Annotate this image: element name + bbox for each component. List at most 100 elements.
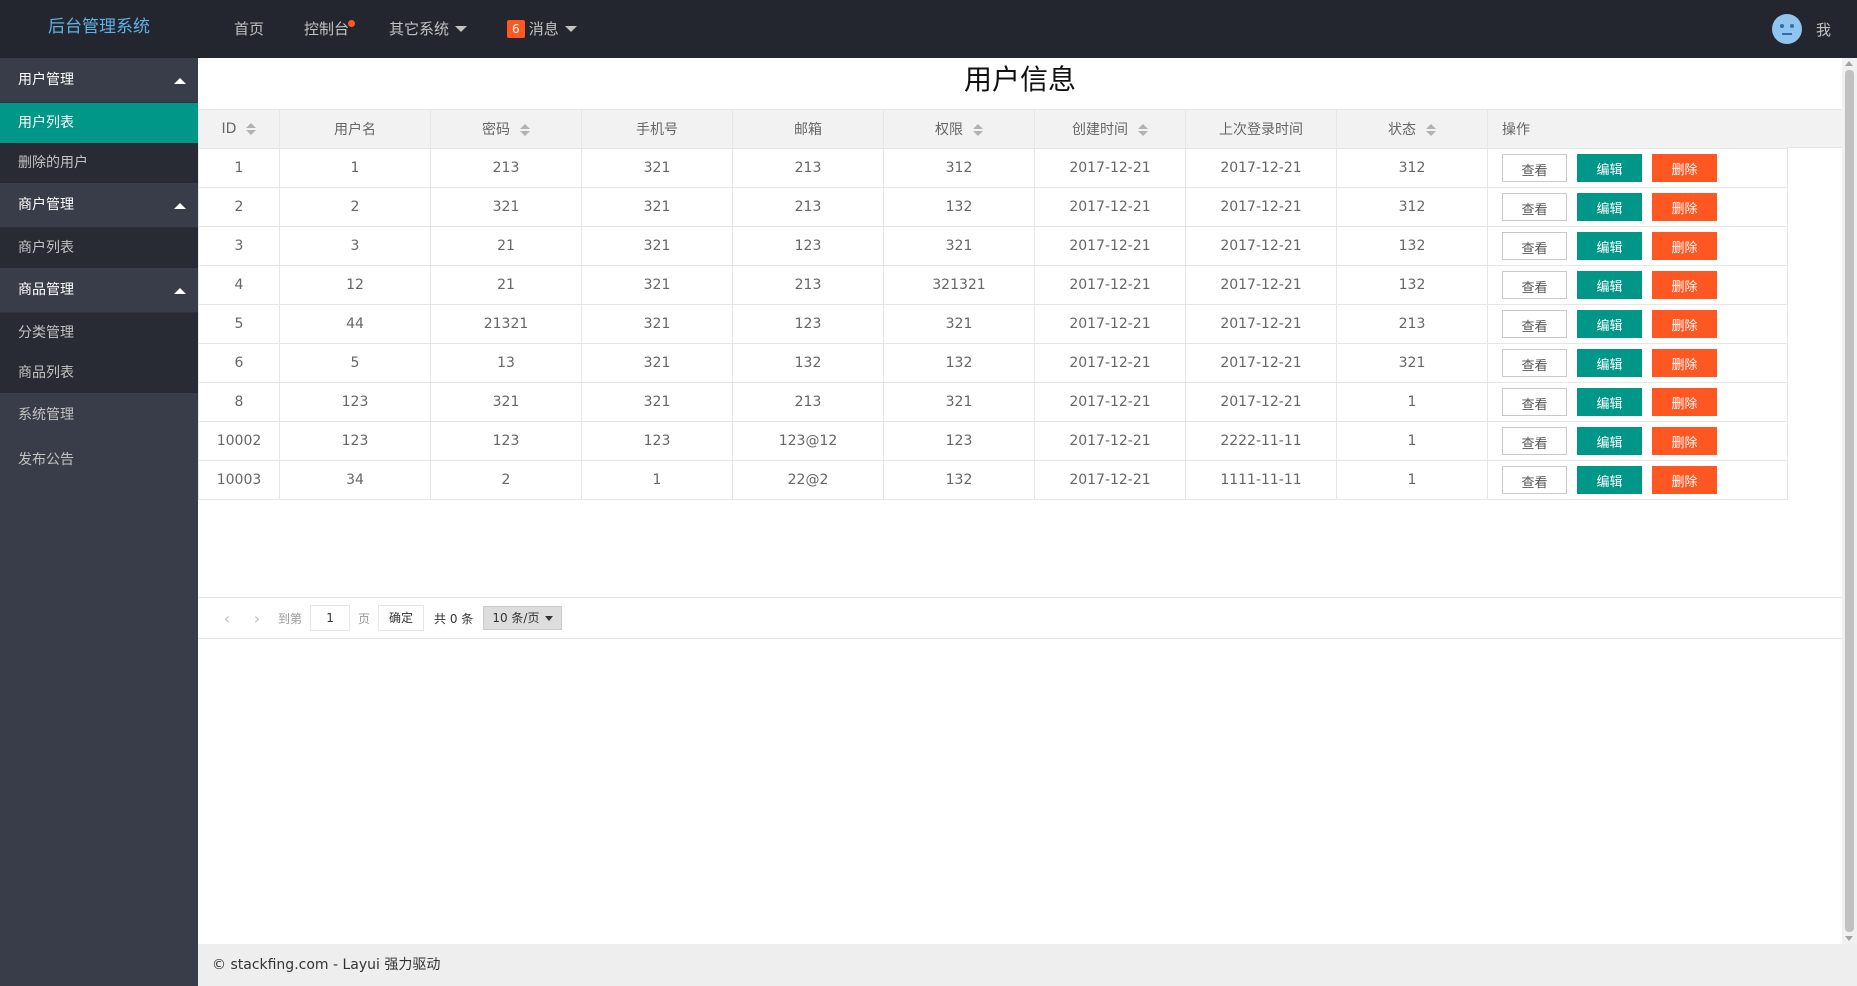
cell-actions: 查看 编辑 删除 bbox=[1487, 460, 1788, 500]
sidebar-item-user-list[interactable]: 用户列表 bbox=[0, 103, 198, 143]
cell-id: 10003 bbox=[198, 460, 280, 500]
delete-button[interactable]: 删除 bbox=[1652, 193, 1717, 221]
scrollbar-thumb[interactable] bbox=[1845, 70, 1854, 932]
sidebar-item-announcement[interactable]: 发布公告 bbox=[0, 438, 198, 483]
col-header-status[interactable]: 状态 bbox=[1336, 109, 1488, 149]
cell-last-login: 2222-11-11 bbox=[1185, 421, 1337, 461]
delete-button[interactable]: 删除 bbox=[1652, 466, 1717, 494]
edit-button[interactable]: 编辑 bbox=[1577, 388, 1642, 416]
cell-username: 123 bbox=[279, 382, 431, 422]
edit-button[interactable]: 编辑 bbox=[1577, 427, 1642, 455]
nav-home[interactable]: 首页 bbox=[214, 0, 284, 58]
view-button[interactable]: 查看 bbox=[1502, 193, 1567, 221]
view-button[interactable]: 查看 bbox=[1502, 349, 1567, 377]
chevron-up-icon bbox=[174, 203, 186, 209]
table-row: 4 12 21 321 213 321321 2017-12-21 2017-12-21 132… bbox=[198, 265, 1788, 305]
top-header: 后台管理系统 首页 控制台 其它系统 6 消息 我 bbox=[0, 0, 1857, 58]
delete-button[interactable]: 删除 bbox=[1652, 154, 1717, 182]
view-button[interactable]: 查看 bbox=[1502, 232, 1567, 260]
cell-phone: 321 bbox=[581, 382, 733, 422]
cell-actions: 查看 编辑 删除 bbox=[1487, 343, 1788, 383]
edit-button[interactable]: 编辑 bbox=[1577, 271, 1642, 299]
view-button[interactable]: 查看 bbox=[1502, 271, 1567, 299]
cell-created: 2017-12-21 bbox=[1034, 304, 1186, 344]
sidebar-group-products[interactable]: 商品管理 bbox=[0, 268, 198, 313]
view-button[interactable]: 查看 bbox=[1502, 154, 1567, 182]
sidebar-group-label: 商品管理 bbox=[18, 282, 74, 298]
scroll-down-icon[interactable] bbox=[1845, 936, 1853, 941]
col-header-label: 密码 bbox=[482, 122, 510, 138]
sort-icon[interactable] bbox=[973, 124, 983, 136]
chevron-up-icon bbox=[174, 288, 186, 294]
vertical-scrollbar[interactable] bbox=[1842, 58, 1857, 944]
page-size-select[interactable]: 10 条/页 bbox=[483, 606, 563, 630]
col-header-permission[interactable]: 权限 bbox=[883, 109, 1035, 149]
edit-button[interactable]: 编辑 bbox=[1577, 193, 1642, 221]
app-logo[interactable]: 后台管理系统 bbox=[0, 0, 198, 58]
user-menu[interactable]: 我 bbox=[1771, 0, 1831, 58]
cell-phone: 321 bbox=[581, 265, 733, 305]
page-number-input[interactable]: 1 bbox=[310, 605, 351, 631]
user-label[interactable]: 我 bbox=[1816, 19, 1831, 40]
sidebar-item-system[interactable]: 系统管理 bbox=[0, 393, 198, 438]
cell-id: 4 bbox=[198, 265, 280, 305]
sidebar-item-categories[interactable]: 分类管理 bbox=[0, 313, 198, 353]
view-button[interactable]: 查看 bbox=[1502, 388, 1567, 416]
sort-icon[interactable] bbox=[1426, 124, 1436, 136]
nav-console[interactable]: 控制台 bbox=[284, 0, 369, 58]
sidebar-group-merchants[interactable]: 商户管理 bbox=[0, 183, 198, 228]
cell-email: 213 bbox=[732, 187, 884, 227]
next-page-icon[interactable]: › bbox=[242, 609, 272, 628]
nav-other-systems[interactable]: 其它系统 bbox=[369, 0, 487, 58]
delete-button[interactable]: 删除 bbox=[1652, 349, 1717, 377]
top-nav: 首页 控制台 其它系统 6 消息 bbox=[214, 0, 597, 58]
sidebar-item-deleted-users[interactable]: 删除的用户 bbox=[0, 143, 198, 183]
cell-permission: 132 bbox=[883, 187, 1035, 227]
pagination: ‹ › 到第 1 页 确定 共 0 条 10 条/页 bbox=[198, 597, 1842, 639]
table-row: 6 5 13 321 132 132 2017-12-21 2017-12-21 321 查看 编辑… bbox=[198, 343, 1788, 383]
col-header-created[interactable]: 创建时间 bbox=[1034, 109, 1186, 149]
sort-icon[interactable] bbox=[1138, 124, 1148, 136]
sort-icon[interactable] bbox=[246, 123, 257, 135]
cell-last-login: 2017-12-21 bbox=[1185, 382, 1337, 422]
edit-button[interactable]: 编辑 bbox=[1577, 310, 1642, 338]
delete-button[interactable]: 删除 bbox=[1652, 427, 1717, 455]
edit-button[interactable]: 编辑 bbox=[1577, 466, 1642, 494]
table-row: 3 3 21 321 123 321 2017-12-21 2017-12-21 132 查看 编辑… bbox=[198, 226, 1788, 266]
view-button[interactable]: 查看 bbox=[1502, 427, 1567, 455]
cell-status: 1 bbox=[1336, 421, 1488, 461]
nav-messages[interactable]: 6 消息 bbox=[487, 0, 597, 58]
col-header-label: 创建时间 bbox=[1072, 122, 1128, 138]
sidebar-item-product-list[interactable]: 商品列表 bbox=[0, 353, 198, 393]
confirm-page-button[interactable]: 确定 bbox=[378, 605, 425, 631]
sort-icon[interactable] bbox=[520, 124, 530, 136]
delete-button[interactable]: 删除 bbox=[1652, 271, 1717, 299]
view-button[interactable]: 查看 bbox=[1502, 310, 1567, 338]
cell-id: 8 bbox=[198, 382, 280, 422]
edit-button[interactable]: 编辑 bbox=[1577, 349, 1642, 377]
cell-created: 2017-12-21 bbox=[1034, 382, 1186, 422]
delete-button[interactable]: 删除 bbox=[1652, 232, 1717, 260]
avatar[interactable] bbox=[1771, 14, 1802, 44]
delete-button[interactable]: 删除 bbox=[1652, 310, 1717, 338]
edit-button[interactable]: 编辑 bbox=[1577, 232, 1642, 260]
col-header-password[interactable]: 密码 bbox=[430, 109, 582, 149]
cell-actions: 查看 编辑 删除 bbox=[1487, 265, 1788, 305]
cell-phone: 321 bbox=[581, 187, 733, 227]
view-button[interactable]: 查看 bbox=[1502, 466, 1567, 494]
page-size-value: 10 条/页 bbox=[492, 611, 540, 625]
prev-page-icon[interactable]: ‹ bbox=[212, 609, 242, 628]
col-header-id[interactable]: ID bbox=[198, 109, 280, 149]
cell-status: 132 bbox=[1336, 226, 1488, 266]
sidebar-group-users[interactable]: 用户管理 bbox=[0, 58, 198, 103]
sidebar-group-label: 用户管理 bbox=[18, 72, 74, 88]
scroll-up-icon[interactable] bbox=[1845, 61, 1853, 66]
cell-username: 12 bbox=[279, 265, 431, 305]
sidebar-item-merchant-list[interactable]: 商户列表 bbox=[0, 228, 198, 268]
col-header-label: 操作 bbox=[1502, 122, 1530, 138]
cell-created: 2017-12-21 bbox=[1034, 460, 1186, 500]
cell-actions: 查看 编辑 删除 bbox=[1487, 304, 1788, 344]
edit-button[interactable]: 编辑 bbox=[1577, 154, 1642, 182]
cell-email: 123 bbox=[732, 226, 884, 266]
delete-button[interactable]: 删除 bbox=[1652, 388, 1717, 416]
